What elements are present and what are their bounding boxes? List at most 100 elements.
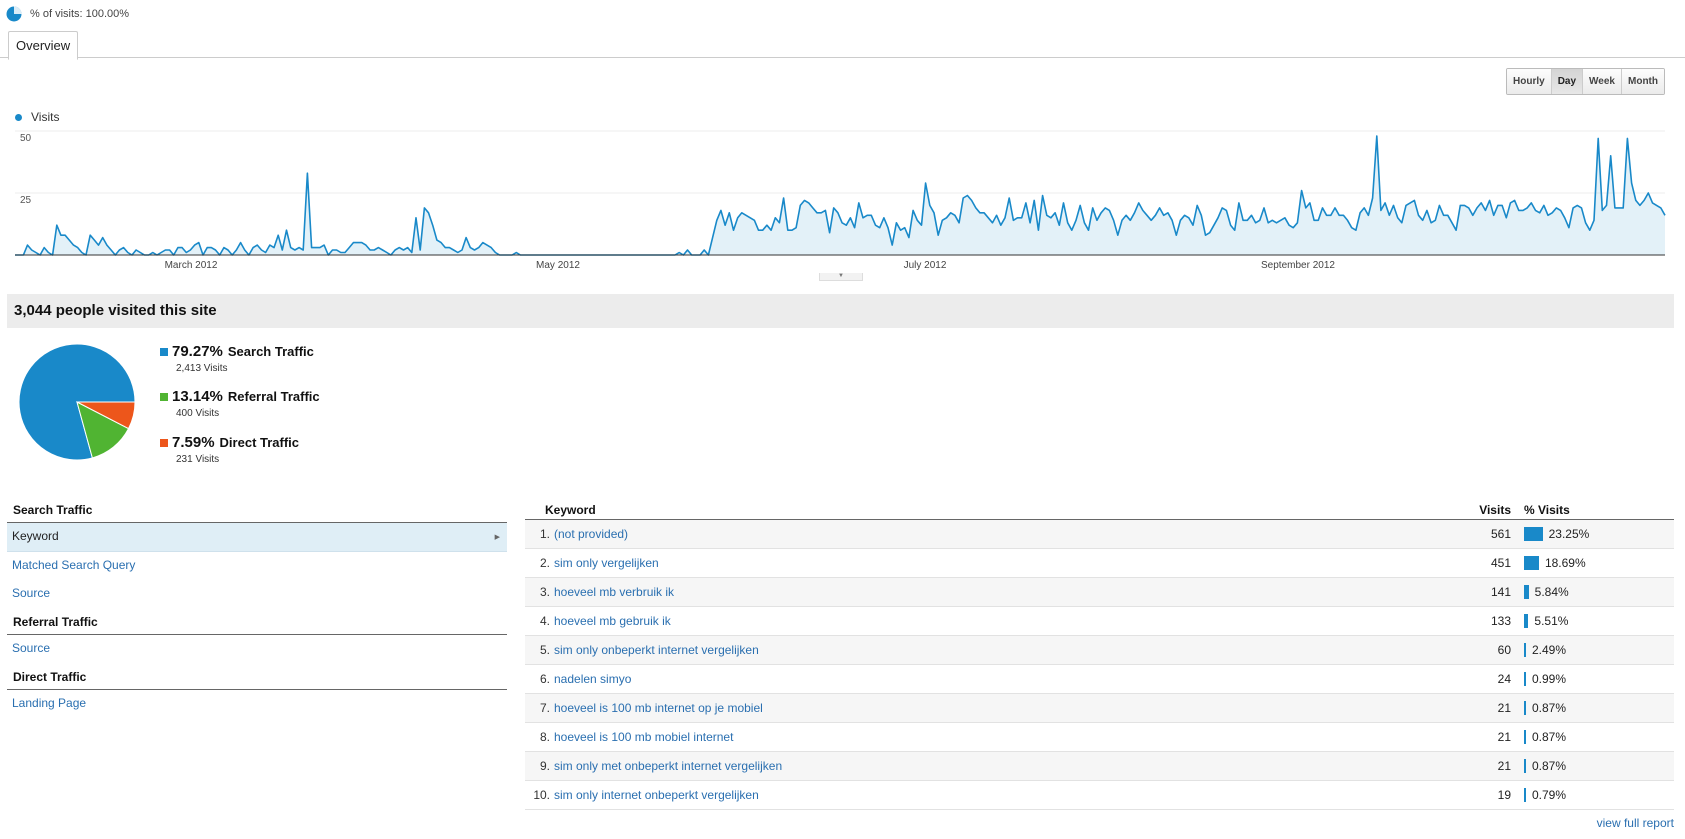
nav-item-matched-query[interactable]: Matched Search Query: [7, 552, 507, 580]
search-percent: 79.27%: [172, 343, 223, 360]
visits-value: 19: [1497, 788, 1511, 802]
pct-visits-value: 0.87%: [1532, 701, 1567, 715]
pct-visits-value: 0.99%: [1532, 672, 1567, 686]
tab-divider: [0, 57, 1685, 58]
segment-label: % of visits: 100.00%: [30, 8, 130, 20]
direct-traffic-legend[interactable]: 7.59% Direct Traffic 231 Visits: [160, 434, 299, 465]
visits-value: 561: [1490, 527, 1511, 541]
pct-visits-bar: [1524, 585, 1529, 599]
table-row: 3. hoeveel mb verbruik ik 141 5.84%: [525, 578, 1674, 607]
keyword-link[interactable]: sim only vergelijken: [552, 556, 1441, 570]
table-header: Keyword Visits % Visits: [525, 500, 1674, 520]
keyword-link[interactable]: hoeveel mb verbruik ik: [552, 585, 1441, 599]
pct-visits-bar: [1524, 643, 1526, 657]
visits-line-chart[interactable]: 50 25 March 2012 May 2012 July 2012 Sept…: [0, 120, 1685, 270]
pct-visits-bar: [1524, 788, 1526, 802]
x-tick-september-2012: September 2012: [1261, 260, 1335, 270]
pct-visits-bar: [1524, 614, 1529, 628]
nav-heading-search: Search Traffic: [7, 500, 507, 523]
row-index: 4.: [539, 614, 550, 628]
nav-keyword-label: Keyword: [12, 529, 59, 543]
row-index: 7.: [539, 701, 550, 715]
nav-item-search-source[interactable]: Source: [7, 580, 507, 608]
search-traffic-legend[interactable]: 79.27% Search Traffic 2,413 Visits: [160, 343, 314, 374]
keyword-link[interactable]: (not provided): [552, 527, 1441, 541]
table-row: 6. nadelen simyo 24 0.99%: [525, 665, 1674, 694]
visits-value: 21: [1497, 701, 1511, 715]
granularity-selector: Hourly Day Week Month: [1506, 68, 1665, 95]
collapse-chart-handle[interactable]: ▼: [819, 273, 863, 281]
row-index: 5.: [539, 643, 550, 657]
pct-visits-value: 2.49%: [1532, 643, 1567, 657]
day-button[interactable]: Day: [1550, 69, 1583, 94]
view-full-report-link[interactable]: view full report: [1597, 816, 1674, 830]
keyword-link[interactable]: hoeveel is 100 mb mobiel internet: [552, 730, 1441, 744]
pct-visits-value: 5.84%: [1534, 585, 1569, 599]
visits-value: 21: [1497, 730, 1511, 744]
month-button[interactable]: Month: [1621, 69, 1664, 94]
referral-label: Referral Traffic: [227, 389, 320, 404]
visits-area: [15, 136, 1665, 255]
row-index: 8.: [539, 730, 550, 744]
pct-visits-cell: 18.69%: [1511, 556, 1674, 570]
keyword-column-header[interactable]: Keyword: [525, 503, 1441, 517]
report-tabs: Overview: [8, 31, 79, 60]
table-row: 5. sim only onbeperkt internet vergelijke…: [525, 636, 1674, 665]
pct-visits-bar: [1524, 701, 1526, 715]
referral-traffic-legend[interactable]: 13.14% Referral Traffic 400 Visits: [160, 388, 320, 419]
pct-visits-cell: 0.79%: [1511, 788, 1674, 802]
pct-visits-column-header[interactable]: % Visits: [1511, 503, 1674, 517]
keyword-link[interactable]: hoeveel is 100 mb internet op je mobiel: [552, 701, 1441, 715]
row-index: 10.: [533, 788, 550, 802]
pct-visits-value: 0.87%: [1532, 730, 1567, 744]
pct-visits-cell: 23.25%: [1511, 527, 1674, 541]
referral-percent: 13.14%: [172, 388, 223, 405]
referral-visits: 400 Visits: [176, 408, 220, 419]
keyword-link[interactable]: sim only met onbeperkt internet vergelij…: [552, 759, 1441, 773]
search-visits: 2,413 Visits: [176, 363, 228, 374]
pct-visits-bar: [1524, 556, 1539, 570]
chevron-right-icon: ▶: [494, 534, 500, 541]
keyword-link[interactable]: nadelen simyo: [552, 672, 1441, 686]
traffic-pie-chart[interactable]: [17, 342, 137, 462]
y-tick-25: 25: [20, 195, 32, 206]
pct-visits-value: 5.51%: [1534, 614, 1569, 628]
keyword-table: Keyword Visits % Visits 1. (not provided)…: [525, 500, 1674, 810]
pct-visits-bar: [1524, 672, 1526, 686]
keyword-link[interactable]: sim only internet onbeperkt vergelijken: [552, 788, 1441, 802]
hourly-button[interactable]: Hourly: [1507, 69, 1551, 94]
nav-item-referral-source[interactable]: Source: [7, 635, 507, 663]
nav-item-keyword[interactable]: Keyword ▶: [7, 523, 507, 552]
x-tick-july-2012: July 2012: [904, 260, 947, 270]
row-index: 1.: [539, 527, 550, 541]
week-button[interactable]: Week: [1582, 69, 1621, 94]
pct-visits-cell: 0.87%: [1511, 759, 1674, 773]
visits-value: 133: [1490, 614, 1511, 628]
table-row: 10. sim only internet onbeperkt vergelijk…: [525, 781, 1674, 810]
pct-visits-cell: 0.87%: [1511, 730, 1674, 744]
pct-visits-cell: 5.51%: [1511, 614, 1674, 628]
search-label: Search Traffic: [227, 344, 314, 359]
tab-overview[interactable]: Overview: [8, 31, 79, 60]
table-row: 8. hoeveel is 100 mb mobiel internet 21 0.8…: [525, 723, 1674, 752]
row-index: 6.: [539, 672, 550, 686]
nav-heading-direct: Direct Traffic: [7, 667, 507, 690]
keyword-link[interactable]: sim only onbeperkt internet vergelijken: [552, 643, 1441, 657]
segment-indicator: % of visits: 100.00%: [6, 4, 129, 24]
pct-visits-cell: 0.87%: [1511, 701, 1674, 715]
row-index: 9.: [539, 759, 550, 773]
referral-swatch: [160, 392, 168, 401]
summary-title: 3,044 people visited this site: [14, 302, 217, 319]
nav-item-landing-page[interactable]: Landing Page: [7, 690, 507, 718]
traffic-dimension-nav: Search Traffic Keyword ▶ Matched Search …: [7, 500, 507, 718]
visits-column-header[interactable]: Visits: [1441, 503, 1511, 517]
visits-value: 21: [1497, 759, 1511, 773]
pct-visits-value: 18.69%: [1544, 556, 1586, 570]
direct-visits: 231 Visits: [176, 454, 220, 465]
x-tick-march-2012: March 2012: [165, 260, 218, 270]
table-row: 1. (not provided) 561 23.25%: [525, 520, 1674, 549]
table-row: 4. hoeveel mb gebruik ik 133 5.51%: [525, 607, 1674, 636]
direct-swatch: [160, 438, 168, 447]
keyword-link[interactable]: hoeveel mb gebruik ik: [552, 614, 1441, 628]
y-tick-50: 50: [20, 133, 32, 144]
